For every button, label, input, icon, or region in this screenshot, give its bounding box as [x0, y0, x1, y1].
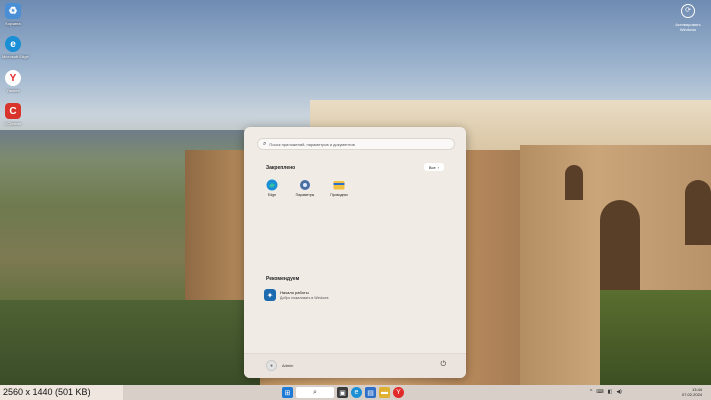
volume-icon[interactable]: ◀) [616, 389, 622, 395]
desktop-icon-label: CCleaner [4, 121, 22, 126]
chevron-up-icon[interactable]: ^ [590, 389, 592, 395]
ccleaner-icon: C [5, 103, 21, 119]
pinned-app-settings[interactable]: Параметры [290, 178, 320, 197]
recycle-bin-icon: ♻ [5, 3, 21, 19]
clock-date: 07.02.2024 [682, 392, 703, 397]
desktop-icon-recycle-bin[interactable]: ♻ Корзина [2, 3, 24, 26]
desktop-icon-label: Microsoft Edge [2, 54, 29, 59]
yandex-icon[interactable]: Y [393, 387, 404, 398]
desktop-icon-label: Yandex [6, 88, 20, 93]
taskbar-clock[interactable]: 13:44 07.02.2024 [682, 387, 702, 397]
wallpaper-trees-right [600, 290, 711, 385]
start-menu-footer: ● Admin ⏻ [244, 353, 466, 378]
windows-activation-notice[interactable]: ⟳ Активировать Windows [668, 4, 708, 32]
avatar: ● [266, 360, 277, 371]
edge-icon [266, 178, 278, 191]
edge-icon[interactable]: e [351, 387, 362, 398]
search-placeholder: Поиск приложений, параметров и документо… [269, 141, 355, 147]
pinned-app-label: Проводник [330, 193, 348, 197]
image-status-label: 2560 x 1440 (501 KB) [0, 385, 123, 400]
start-menu: ⌕ Поиск приложений, параметров и докумен… [244, 127, 466, 378]
language-icon[interactable]: ⌨ [596, 389, 603, 395]
edge-icon: e [5, 36, 21, 52]
search-icon[interactable]: ⌕ [296, 387, 334, 398]
search-icon: ⌕ [263, 140, 267, 147]
all-apps-label: Все [428, 164, 436, 170]
pinned-app-label: Edge [267, 193, 277, 197]
desktop-icon-ccleaner[interactable]: C CCleaner [2, 103, 24, 126]
activation-line-2: Windows [679, 27, 697, 32]
user-name: Admin [282, 363, 294, 368]
folder-icon[interactable]: ▬ [379, 387, 390, 398]
folder-icon [333, 178, 345, 190]
recommended-title: Рекомендуем [266, 276, 300, 282]
store-icon[interactable]: ▤ [365, 387, 376, 398]
recommended-item-subtitle: Добро пожаловать в Windows [280, 296, 329, 300]
user-account-button[interactable]: ● Admin [266, 360, 293, 371]
desktop-icon-yandex[interactable]: Y Yandex [2, 70, 24, 93]
desktop-icon-label: Корзина [5, 21, 21, 26]
start-search-box[interactable]: ⌕ Поиск приложений, параметров и докумен… [257, 138, 455, 150]
pinned-title: Закреплено [266, 165, 296, 171]
network-icon[interactable]: ◧ [608, 389, 613, 395]
pinned-app-label: Параметры [295, 193, 315, 197]
chevron-right-icon: › [437, 164, 440, 170]
start-icon[interactable]: ⊞ [282, 387, 293, 398]
pinned-app-explorer[interactable]: Проводник [324, 178, 354, 197]
all-apps-button[interactable]: Все › [424, 163, 444, 171]
task-view-icon[interactable]: ▣ [337, 387, 348, 398]
get-started-icon: ✦ [264, 289, 276, 301]
power-icon[interactable]: ⏻ [440, 361, 446, 369]
taskbar-apps: ⊞ ⌕ ▣ e ▤ ▬ Y [282, 387, 404, 398]
recommended-item[interactable]: ✦ Начало работы Добро пожаловать в Windo… [264, 289, 328, 301]
pinned-app-edge[interactable]: Edge [257, 178, 287, 197]
yandex-icon: Y [5, 70, 21, 86]
settings-icon [299, 178, 311, 190]
desktop-icon-edge[interactable]: e Microsoft Edge [2, 36, 29, 59]
activate-icon: ⟳ [681, 4, 695, 18]
system-tray: ^ ⌨ ◧ ◀) [590, 389, 622, 395]
wallpaper-trees [0, 300, 260, 385]
recommended-item-title: Начало работы [280, 290, 309, 295]
